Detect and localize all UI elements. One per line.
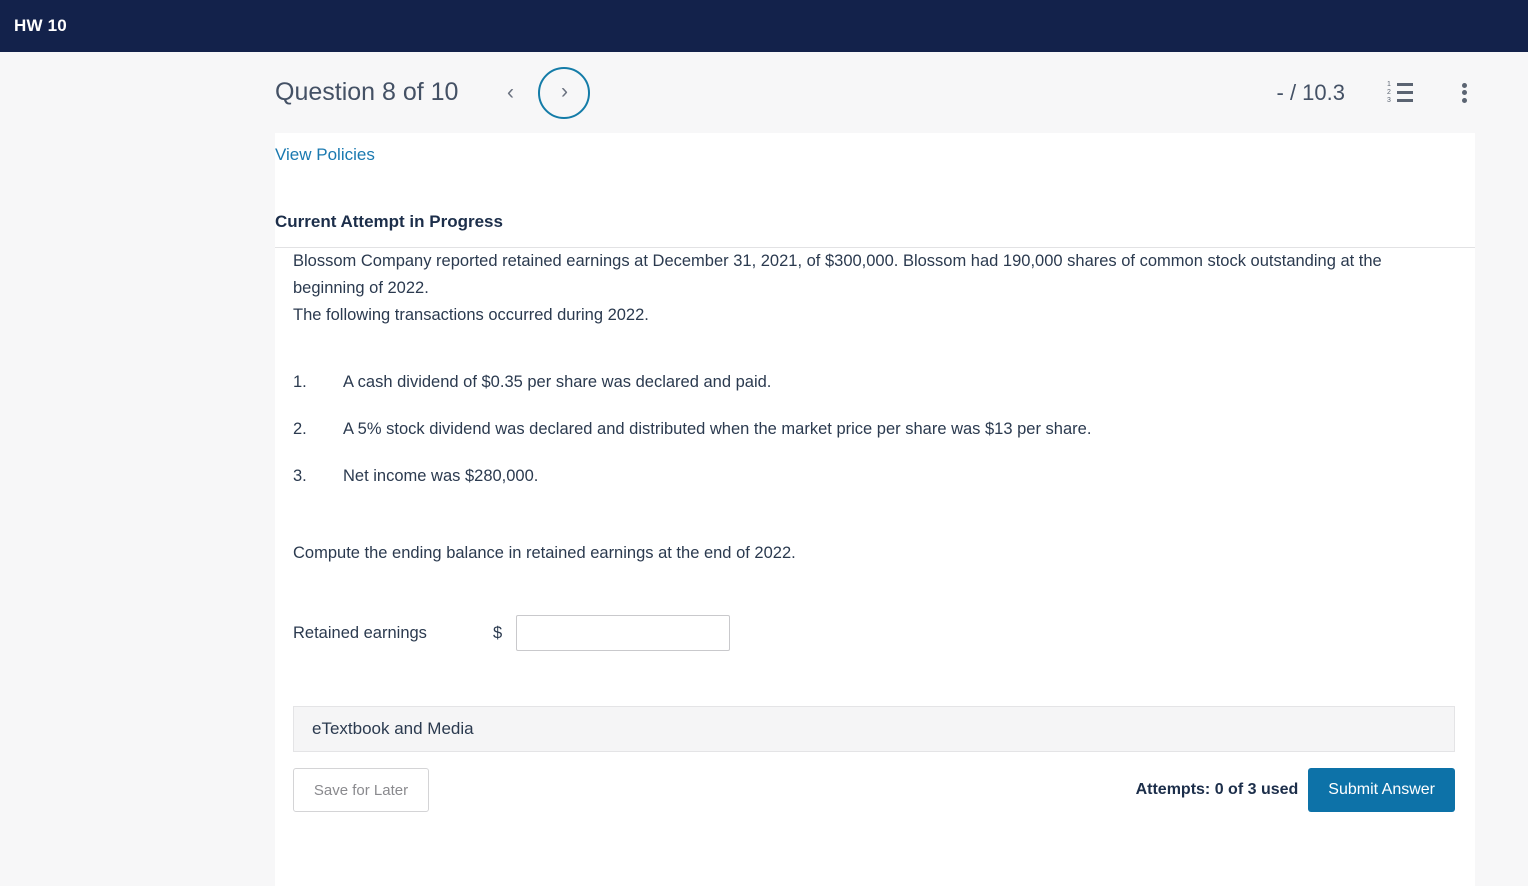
- answer-row: Retained earnings $: [293, 615, 1455, 651]
- question-counter: Question 8 of 10: [275, 78, 459, 106]
- retained-earnings-input[interactable]: [516, 615, 731, 651]
- question-footer: Save for Later Attempts: 0 of 3 used Sub…: [293, 768, 1455, 812]
- attempts-counter: Attempts: 0 of 3 used: [1135, 781, 1299, 798]
- question-card: View Policies Current Attempt in Progres…: [275, 133, 1475, 886]
- app-header-bar: HW 10: [0, 0, 1528, 52]
- question-header: Question 8 of 10 ‹ › - / 10.3 1 2 3: [0, 52, 1528, 133]
- list-icon-number: 1: [1387, 80, 1391, 88]
- list-item-text: A cash dividend of $0.35 per share was d…: [343, 373, 772, 391]
- transactions-list: 1. A cash dividend of $0.35 per share wa…: [293, 369, 1455, 490]
- previous-question-icon[interactable]: ‹: [496, 79, 524, 107]
- question-body: Blossom Company reported retained earnin…: [275, 248, 1475, 812]
- list-item-index: 3.: [293, 467, 307, 485]
- compute-instruction: Compute the ending balance in retained e…: [293, 544, 796, 562]
- kebab-dot: [1461, 97, 1467, 103]
- kebab-dot: [1461, 90, 1467, 95]
- question-paragraph-1: Blossom Company reported retained earnin…: [293, 252, 1382, 297]
- list-icon-bar: [1397, 91, 1413, 94]
- list-item-index: 1.: [293, 373, 307, 391]
- next-question-button[interactable]: ›: [538, 66, 591, 119]
- question-list-icon[interactable]: 1 2 3: [1387, 80, 1413, 104]
- etextbook-and-media-panel[interactable]: eTextbook and Media: [293, 706, 1455, 752]
- list-item: 2. A 5% stock dividend was declared and …: [293, 416, 1455, 443]
- list-icon-row: 3: [1387, 96, 1413, 104]
- question-navigation: ‹ ›: [496, 66, 591, 119]
- list-icon-row: 2: [1387, 88, 1413, 96]
- list-icon-number: 3: [1387, 96, 1391, 104]
- list-icon-bar: [1397, 99, 1413, 102]
- header-right-controls: - / 10.3 1 2 3: [1277, 80, 1475, 106]
- list-icon-number: 2: [1387, 88, 1391, 96]
- submit-answer-button[interactable]: Submit Answer: [1308, 768, 1455, 812]
- score-display: - / 10.3: [1276, 79, 1345, 105]
- currency-symbol: $: [493, 623, 503, 642]
- list-icon-row: 1: [1387, 80, 1413, 88]
- current-attempt-heading: Current Attempt in Progress: [275, 212, 503, 231]
- footer-right-group: Attempts: 0 of 3 used Submit Answer: [1136, 768, 1455, 812]
- question-paragraph-2: The following transactions occurred duri…: [293, 306, 649, 324]
- view-policies-link[interactable]: View Policies: [275, 133, 375, 165]
- list-icon-bar: [1397, 83, 1413, 86]
- etextbook-label: eTextbook and Media: [312, 719, 474, 738]
- list-item-index: 2.: [293, 420, 307, 438]
- list-item: 1. A cash dividend of $0.35 per share wa…: [293, 369, 1455, 396]
- kebab-dot: [1461, 82, 1467, 88]
- more-options-icon[interactable]: [1453, 81, 1475, 105]
- list-item: 3. Net income was $280,000.: [293, 463, 1455, 490]
- retained-earnings-label: Retained earnings: [293, 623, 427, 642]
- chevron-right-icon: ›: [560, 80, 568, 103]
- save-for-later-button[interactable]: Save for Later: [293, 768, 429, 812]
- list-item-text: A 5% stock dividend was declared and dis…: [343, 420, 1092, 438]
- assignment-title: HW 10: [14, 16, 67, 35]
- list-item-text: Net income was $280,000.: [343, 467, 539, 485]
